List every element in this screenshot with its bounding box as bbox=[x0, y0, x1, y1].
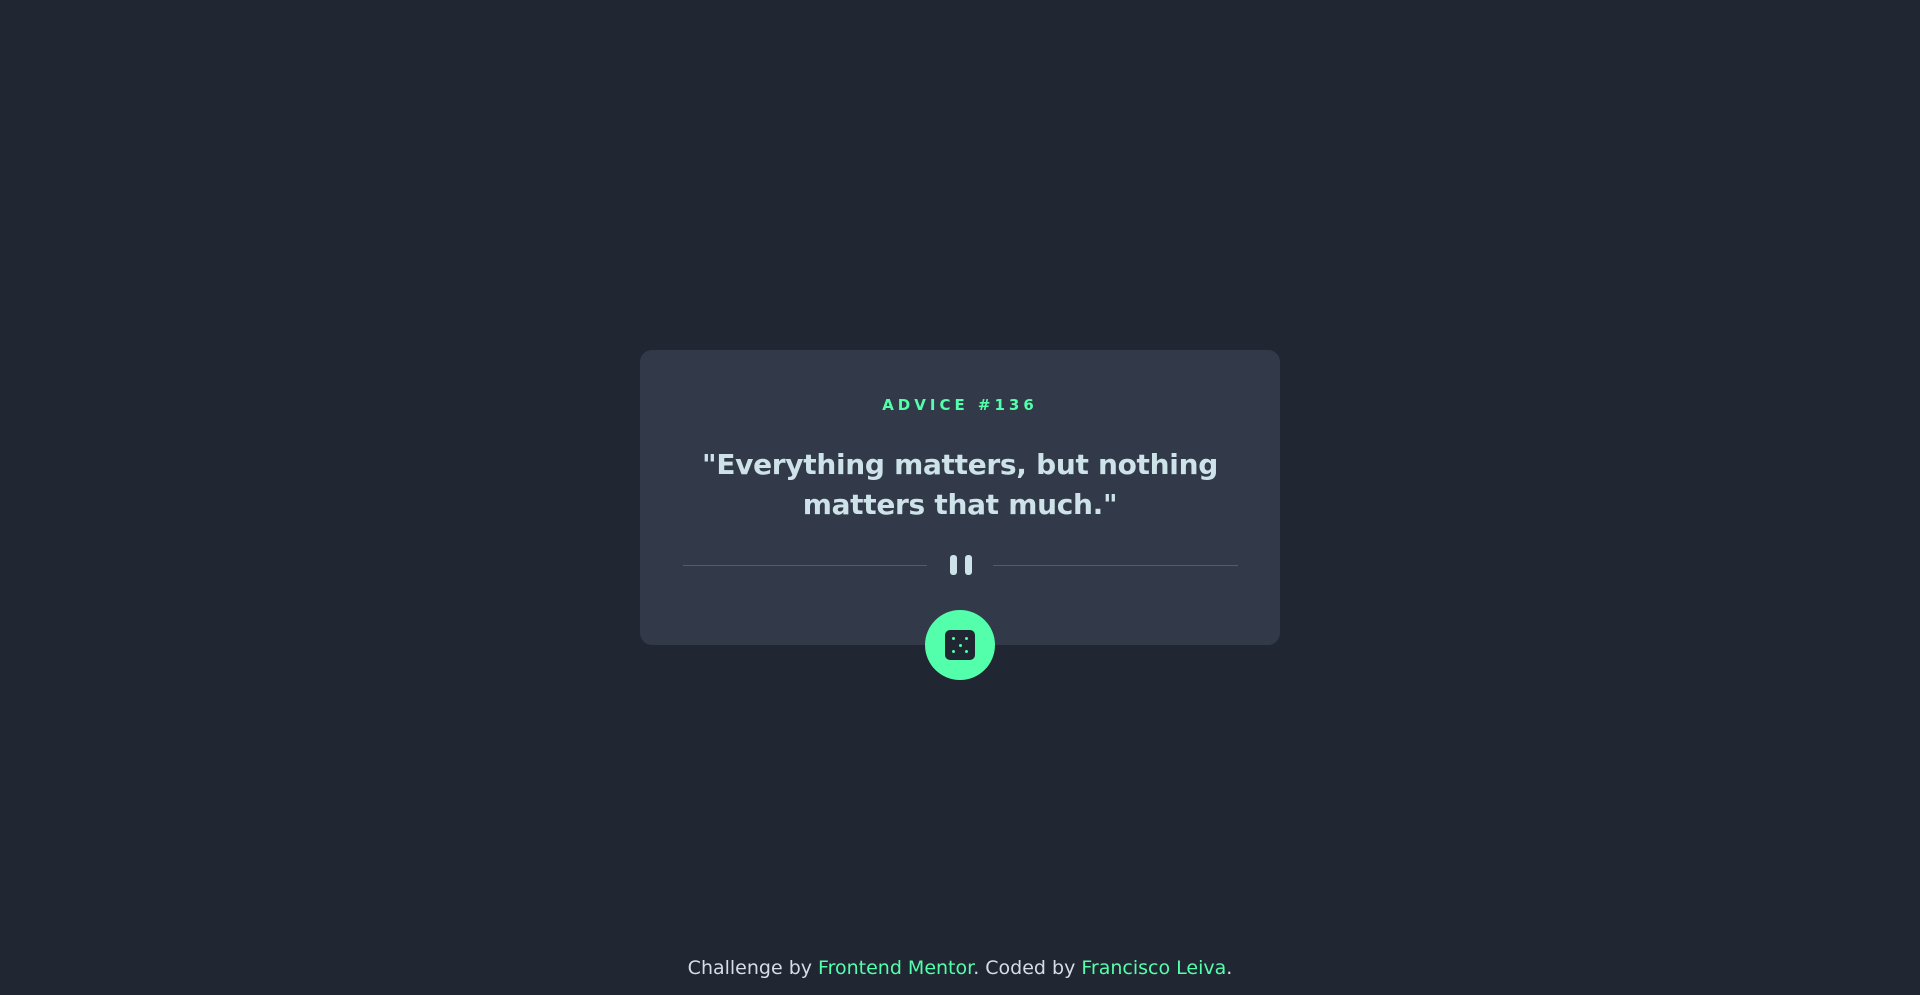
attribution-footer: Challenge by Frontend Mentor. Coded by F… bbox=[0, 957, 1920, 979]
new-advice-button[interactable] bbox=[925, 610, 995, 680]
pause-icon bbox=[947, 555, 975, 575]
divider bbox=[683, 555, 1238, 575]
footer-prefix: Challenge by bbox=[687, 957, 819, 979]
divider-line-left bbox=[683, 565, 927, 566]
frontend-mentor-link[interactable]: Frontend Mentor bbox=[818, 957, 973, 979]
author-link[interactable]: Francisco Leiva bbox=[1081, 957, 1226, 979]
advice-quote: "Everything matters, but nothing matters… bbox=[702, 448, 1218, 521]
advice-card: ADVICE #136 "Everything matters, but not… bbox=[640, 350, 1280, 645]
divider-line-right bbox=[993, 565, 1238, 566]
advice-number-label: ADVICE #136 bbox=[882, 396, 1038, 414]
footer-middle: . Coded by bbox=[973, 957, 1082, 979]
dice-icon bbox=[945, 630, 975, 660]
footer-suffix: . bbox=[1226, 957, 1233, 979]
